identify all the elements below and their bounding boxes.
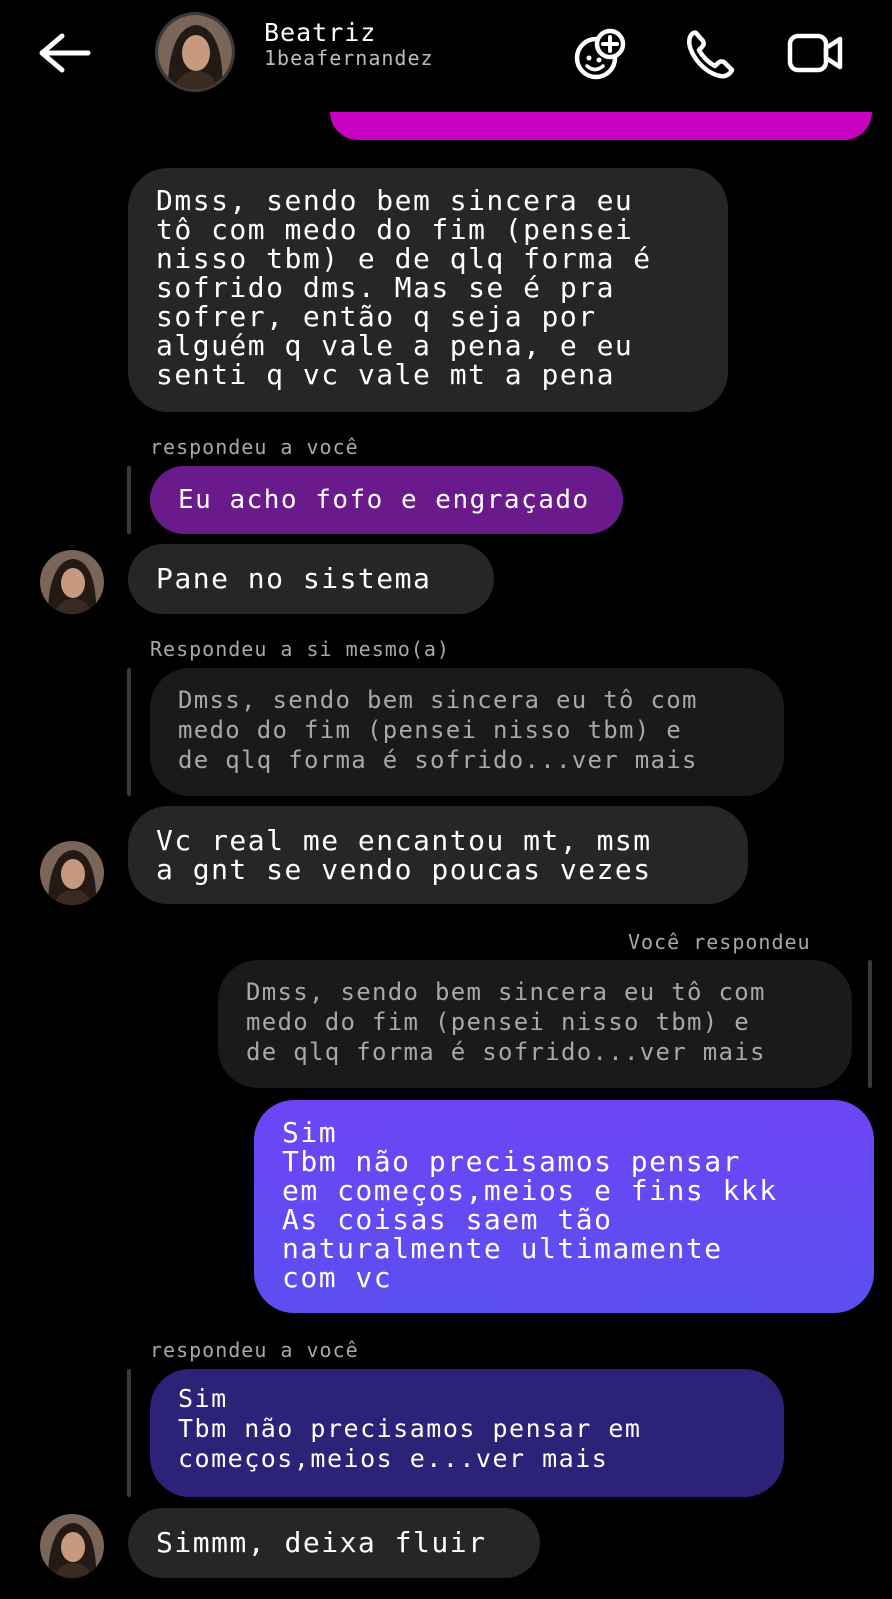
avatar-photo [40, 550, 104, 614]
avatar-photo [40, 841, 104, 905]
reply-indicator-bar [127, 1369, 131, 1497]
incoming-message-bubble[interactable]: Simmm, deixa fluir [128, 1508, 540, 1578]
reply-indicator-bar [127, 668, 131, 796]
reply-label: respondeu a você [150, 435, 359, 459]
phone-icon[interactable] [680, 24, 742, 82]
reply-label: respondeu a você [150, 1338, 359, 1362]
avatar-photo [158, 15, 232, 89]
incoming-message-bubble[interactable]: Pane no sistema [128, 544, 494, 614]
contact-avatar-small [40, 550, 104, 614]
reply-indicator-bar [868, 960, 872, 1088]
incoming-message-bubble[interactable]: Vc real me encantou mt, msm a gnt se ven… [128, 806, 748, 904]
contact-handle[interactable]: 1beafernandez [264, 46, 434, 70]
contact-avatar-small [40, 841, 104, 905]
incoming-message-bubble[interactable]: Dmss, sendo bem sincera eu tô com medo d… [128, 168, 728, 412]
contact-name[interactable]: Beatriz [264, 18, 376, 47]
quoted-message-bubble[interactable]: Dmss, sendo bem sincera eu tô com medo d… [150, 668, 784, 796]
arrow-left-icon[interactable] [34, 30, 92, 76]
video-camera-icon[interactable] [786, 24, 848, 82]
avatar-photo [40, 1514, 104, 1578]
reply-label: Respondeu a si mesmo(a) [150, 637, 450, 661]
reply-label: Você respondeu [628, 930, 811, 954]
contact-avatar-small [40, 1514, 104, 1578]
quoted-message-bubble[interactable]: Sim Tbm não precisamos pensar em começos… [150, 1369, 784, 1497]
quoted-message-bubble[interactable]: Eu acho fofo e engraçado [150, 466, 623, 534]
outgoing-message-bubble[interactable]: Sim Tbm não precisamos pensar em começos… [254, 1100, 874, 1313]
face-effects-icon[interactable] [570, 24, 632, 82]
chat-header: Beatriz 1beafernandez [0, 0, 892, 112]
reply-indicator-bar [127, 466, 131, 534]
contact-avatar[interactable] [155, 12, 235, 92]
quoted-message-bubble[interactable]: Dmss, sendo bem sincera eu tô com medo d… [218, 960, 852, 1088]
